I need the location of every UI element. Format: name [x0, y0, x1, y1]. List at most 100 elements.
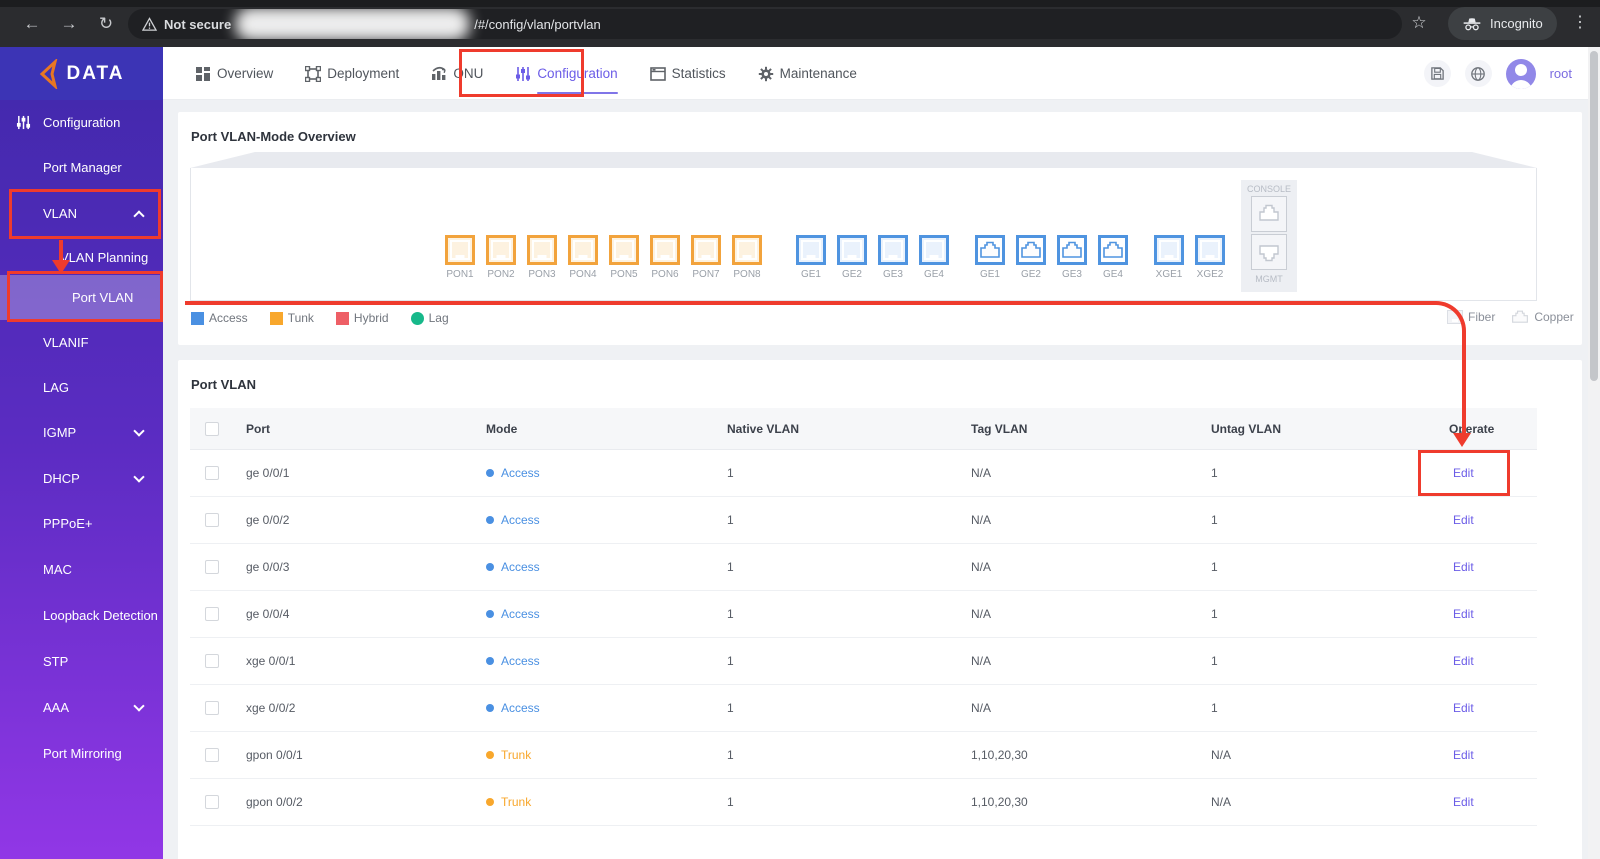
- nav-item-overview[interactable]: Overview: [195, 47, 273, 100]
- sidebar-item-dhcp[interactable]: DHCP: [0, 456, 163, 501]
- nav-item-deployment[interactable]: Deployment: [305, 47, 399, 100]
- table-row: xge 0/0/1 Access 1 N/A 1 Edit: [190, 638, 1537, 685]
- cell-mode: Access: [486, 654, 727, 668]
- cell-operate: Edit: [1449, 748, 1537, 762]
- edit-link[interactable]: Edit: [1449, 748, 1474, 762]
- row-checkbox[interactable]: [205, 654, 219, 668]
- sidebar-item-stp[interactable]: STP: [0, 639, 163, 684]
- incognito-label: Incognito: [1490, 16, 1543, 31]
- browser-menu-icon[interactable]: ⋮: [1568, 10, 1592, 36]
- port-ge1[interactable]: GE1: [796, 235, 826, 280]
- port-pon8[interactable]: PON8: [732, 235, 762, 280]
- copper-legend-label: Copper: [1534, 309, 1574, 324]
- edit-link[interactable]: Edit: [1449, 795, 1474, 809]
- cell-untag-vlan: 1: [1211, 701, 1218, 715]
- save-config-button[interactable]: [1423, 60, 1451, 87]
- edit-link[interactable]: Edit: [1449, 560, 1474, 574]
- legend-swatch-hybrid: [335, 311, 349, 325]
- port-xge1[interactable]: XGE1: [1154, 235, 1184, 280]
- cell-native-vlan: 1: [727, 654, 734, 668]
- row-checkbox[interactable]: [205, 466, 219, 480]
- nav-item-configuration[interactable]: Configuration: [515, 47, 618, 100]
- address-bar[interactable]: Not secure /#/config/vlan/portvlan: [128, 9, 1402, 39]
- port-ge4[interactable]: GE4: [1098, 235, 1128, 280]
- cell-tag-vlan: 1,10,20,30: [971, 795, 1028, 809]
- not-secure-warning-icon: [142, 16, 157, 31]
- sidebar-item-configuration[interactable]: Configuration: [0, 100, 163, 145]
- row-checkbox[interactable]: [205, 701, 219, 715]
- sidebar-item-port-manager[interactable]: Port Manager: [0, 145, 163, 190]
- sidebar-item-label: Port Mirroring: [43, 746, 122, 761]
- sidebar-item-label: AAA: [43, 700, 70, 715]
- select-all-checkbox[interactable]: [205, 421, 219, 436]
- port-pon1[interactable]: PON1: [445, 235, 475, 280]
- scrollbar-thumb[interactable]: [1590, 51, 1598, 381]
- cell-port: ge 0/0/2: [246, 513, 290, 527]
- user-avatar[interactable]: [1505, 58, 1536, 89]
- page-scrollbar[interactable]: [1588, 47, 1600, 859]
- port-xge2[interactable]: XGE2: [1195, 235, 1225, 280]
- edit-link[interactable]: Edit: [1449, 513, 1474, 527]
- sidebar-item-lag[interactable]: LAG: [0, 365, 163, 410]
- cell-port: ge 0/0/3: [246, 560, 290, 574]
- port-vlan-mode-overview-card: Port VLAN-Mode Overview PON1 PON2 PON3 PON4…: [178, 112, 1582, 345]
- port-socket-fiber: [919, 235, 949, 265]
- sidebar-item-vlan-planning[interactable]: VLAN Planning: [0, 235, 163, 280]
- port-ge3[interactable]: GE3: [1057, 235, 1087, 280]
- nav-item-maintenance[interactable]: Maintenance: [758, 47, 857, 100]
- browser-back-button[interactable]: ←: [18, 10, 46, 38]
- bookmark-star-icon[interactable]: ☆: [1406, 10, 1432, 36]
- edit-link[interactable]: Edit: [1449, 466, 1474, 480]
- row-checkbox[interactable]: [205, 513, 219, 527]
- port-pon3[interactable]: PON3: [527, 235, 557, 280]
- sidebar-item-pppoe-[interactable]: PPPoE+: [0, 501, 163, 546]
- port-ge2[interactable]: GE2: [1016, 235, 1046, 280]
- port-ge2[interactable]: GE2: [837, 235, 867, 280]
- cell-untag-vlan: 1: [1211, 560, 1218, 574]
- edit-link[interactable]: Edit: [1449, 701, 1474, 715]
- cdata-logo: DATA: [0, 47, 163, 100]
- username-label[interactable]: root: [1550, 66, 1572, 81]
- gear-icon: [758, 66, 774, 82]
- row-checkbox[interactable]: [205, 795, 219, 809]
- sidebar-item-port-mirroring[interactable]: Port Mirroring: [0, 731, 163, 776]
- port-ge1[interactable]: GE1: [975, 235, 1005, 280]
- onu-icon: [431, 66, 447, 82]
- cell-operate: Edit: [1449, 701, 1537, 715]
- edit-link[interactable]: Edit: [1449, 654, 1474, 668]
- port-ge3[interactable]: GE3: [878, 235, 908, 280]
- sidebar-item-port-vlan[interactable]: Port VLAN: [0, 275, 163, 320]
- browser-reload-button[interactable]: ↻: [92, 10, 120, 38]
- row-checkbox[interactable]: [205, 748, 219, 762]
- cell-native-vlan: 1: [727, 466, 734, 480]
- row-checkbox[interactable]: [205, 560, 219, 574]
- sidebar-item-aaa[interactable]: AAA: [0, 685, 163, 730]
- app-topbar: DATA Overview Deployment ONU Configuration S…: [0, 47, 1600, 100]
- legend-label: Tunk: [287, 311, 314, 325]
- nav-item-statistics[interactable]: Statistics: [649, 47, 726, 100]
- browser-forward-button[interactable]: →: [55, 10, 83, 38]
- language-button[interactable]: [1464, 60, 1492, 87]
- sidebar-item-loopback-detection[interactable]: Loopback Detection: [0, 593, 163, 638]
- port-socket-copper: [1098, 235, 1128, 265]
- sidebar-item-mac[interactable]: MAC: [0, 547, 163, 592]
- nav-item-onu[interactable]: ONU: [431, 47, 483, 100]
- xge-port-group: XGE1 XGE2: [1154, 235, 1225, 280]
- row-checkbox[interactable]: [205, 607, 219, 621]
- port-pon6[interactable]: PON6: [650, 235, 680, 280]
- sidebar-item-vlan[interactable]: VLAN: [0, 191, 163, 236]
- copper-legend-item: Copper: [1511, 309, 1574, 324]
- port-pon5[interactable]: PON5: [609, 235, 639, 280]
- port-pon7[interactable]: PON7: [691, 235, 721, 280]
- port-pon4[interactable]: PON4: [568, 235, 598, 280]
- port-ge4[interactable]: GE4: [919, 235, 949, 280]
- edit-link[interactable]: Edit: [1449, 607, 1474, 621]
- console-mgmt-block: CONSOLE MGMT: [1241, 180, 1297, 292]
- port-socket-fiber: [1195, 235, 1225, 265]
- port-socket-fiber: [837, 235, 867, 265]
- cell-port: gpon 0/0/2: [246, 795, 303, 809]
- sidebar-item-igmp[interactable]: IGMP: [0, 410, 163, 455]
- nav-item-label: Overview: [217, 66, 274, 81]
- port-pon2[interactable]: PON2: [486, 235, 516, 280]
- sidebar-item-vlanif[interactable]: VLANIF: [0, 320, 163, 365]
